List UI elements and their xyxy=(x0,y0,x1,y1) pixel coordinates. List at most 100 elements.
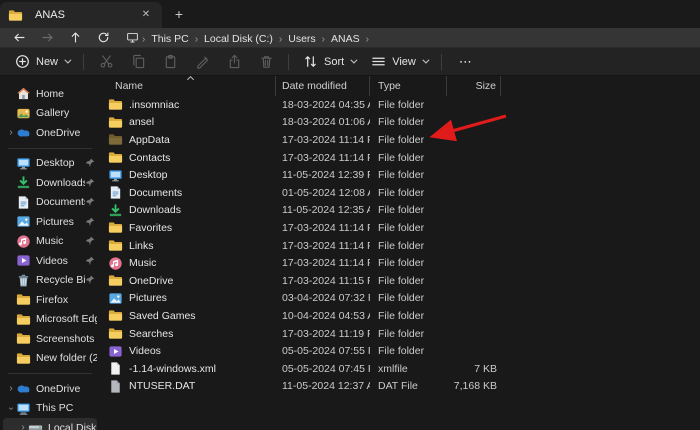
sidebar-item-label: Desktop xyxy=(36,157,85,169)
gallery-icon xyxy=(16,106,31,121)
column-header-type[interactable]: Type xyxy=(370,76,447,96)
forward-button[interactable] xyxy=(34,29,60,47)
table-row-links[interactable]: Links 17-03-2024 11:14 PM File folder xyxy=(100,237,700,255)
paste-button[interactable] xyxy=(155,51,185,73)
sidebar-item-pictures[interactable]: Pictures xyxy=(3,212,97,232)
sort-button[interactable]: Sort xyxy=(296,51,362,73)
breadcrumb-item-users[interactable]: Users xyxy=(283,33,320,45)
column-header-name[interactable]: Name xyxy=(100,76,276,96)
breadcrumb-item-anas[interactable]: ANAS xyxy=(326,33,365,45)
file-type: File folder xyxy=(370,222,447,234)
up-button[interactable] xyxy=(62,29,88,47)
table-row-favorites[interactable]: Favorites 17-03-2024 11:14 PM File folde… xyxy=(100,219,700,237)
pin-icon xyxy=(85,158,95,168)
chevron-down-icon xyxy=(351,57,358,64)
file-date-modified: 17-03-2024 11:14 PM xyxy=(276,152,370,164)
tab-title: ANAS xyxy=(35,9,131,21)
table-row-pictures[interactable]: Pictures 03-04-2024 07:32 PM File folder xyxy=(100,290,700,308)
file-list-pane: Name Date modified Type Size .insomniac … xyxy=(100,76,700,430)
folder-icon xyxy=(16,312,31,327)
table-row-1-14-windows-xml[interactable]: -1.14-windows.xml 05-05-2024 07:45 PM xm… xyxy=(100,360,700,378)
delete-button[interactable] xyxy=(251,51,281,73)
file-date-modified: 05-05-2024 07:45 PM xyxy=(276,363,370,375)
table-row-ntuser-dat[interactable]: NTUSER.DAT 11-05-2024 12:37 AM DAT File … xyxy=(100,378,700,396)
sidebar-item-home[interactable]: Home xyxy=(3,84,97,104)
file-type: File folder xyxy=(370,134,447,146)
sidebar-item-recycle-bin[interactable]: Recycle Bin xyxy=(3,271,97,291)
folder-icon xyxy=(108,273,123,288)
new-tab-button[interactable]: + xyxy=(168,4,190,26)
music-icon xyxy=(108,256,123,271)
back-button[interactable] xyxy=(6,29,32,47)
file-gray-icon xyxy=(108,379,123,394)
file-name: Searches xyxy=(129,328,173,340)
sidebar-item-desktop[interactable]: Desktop xyxy=(3,154,97,174)
expand-chevron-icon[interactable]: › xyxy=(18,422,28,430)
sidebar-item-label: Microsoft Edge xyxy=(36,313,97,325)
view-button[interactable]: View xyxy=(364,51,434,73)
column-header-date-modified[interactable]: Date modified xyxy=(276,76,370,96)
rename-button[interactable] xyxy=(187,51,217,73)
sidebar-item-local-disk-c[interactable]: ›Local Disk (C:) xyxy=(3,418,97,430)
table-row-downloads[interactable]: Downloads 11-05-2024 12:35 AM File folde… xyxy=(100,202,700,220)
sort-icon xyxy=(303,54,318,69)
table-row-desktop[interactable]: Desktop 11-05-2024 12:39 PM File folder xyxy=(100,166,700,184)
sidebar-item-screenshots[interactable]: Screenshots xyxy=(3,329,97,349)
table-row-contacts[interactable]: Contacts 17-03-2024 11:14 PM File folder xyxy=(100,149,700,167)
new-button[interactable]: New xyxy=(8,51,76,73)
file-date-modified: 17-03-2024 11:14 PM xyxy=(276,240,370,252)
toolbar-divider xyxy=(441,54,442,70)
expand-chevron-icon[interactable]: › xyxy=(6,403,17,413)
file-date-modified: 18-03-2024 04:35 AM xyxy=(276,99,370,111)
file-name: Saved Games xyxy=(129,310,196,322)
sidebar-item-documents[interactable]: Documents xyxy=(3,193,97,213)
sidebar-item-this-pc[interactable]: › This PC xyxy=(3,399,97,419)
breadcrumb-item-local-disk-c[interactable]: Local Disk (C:) xyxy=(199,33,278,45)
file-size: 7 KB xyxy=(447,363,501,375)
pin-icon xyxy=(85,197,95,207)
pin-icon xyxy=(85,236,95,246)
breadcrumb-item-this-pc[interactable]: This PC xyxy=(146,33,193,45)
table-row-videos[interactable]: Videos 05-05-2024 07:55 PM File folder xyxy=(100,342,700,360)
pin-icon xyxy=(85,256,95,266)
table-row-ansel[interactable]: ansel 18-03-2024 01:06 AM File folder xyxy=(100,114,700,132)
chevron-down-icon xyxy=(422,57,429,64)
pin-icon xyxy=(85,178,95,188)
file-date-modified: 10-04-2024 04:53 AM xyxy=(276,310,370,322)
sidebar-item-new-folder-2[interactable]: New folder (2) xyxy=(3,349,97,369)
file-type: File folder xyxy=(370,275,447,287)
sidebar-item-label: This PC xyxy=(36,402,97,414)
sidebar-item-music[interactable]: Music xyxy=(3,232,97,252)
tab-close-icon[interactable]: ✕ xyxy=(138,7,154,23)
sidebar-item-firefox[interactable]: Firefox xyxy=(3,290,97,310)
refresh-button[interactable] xyxy=(90,29,116,47)
table-row-appdata[interactable]: AppData 17-03-2024 11:14 PM File folder xyxy=(100,131,700,149)
sidebar-item-videos[interactable]: Videos xyxy=(3,251,97,271)
table-row-insomniac[interactable]: .insomniac 18-03-2024 04:35 AM File fold… xyxy=(100,96,700,114)
copy-button[interactable] xyxy=(123,51,153,73)
file-type: File folder xyxy=(370,345,447,357)
file-type: File folder xyxy=(370,240,447,252)
sidebar-item-onedrive[interactable]: ›OneDrive xyxy=(3,379,97,399)
expand-chevron-icon[interactable]: › xyxy=(6,383,16,394)
breadcrumb: ›This PC›Local Disk (C:)›Users›ANAS› xyxy=(126,29,370,47)
sidebar-item-onedrive[interactable]: ›OneDrive xyxy=(3,123,97,143)
expand-chevron-icon[interactable]: › xyxy=(6,127,16,138)
sidebar-item-gallery[interactable]: Gallery xyxy=(3,104,97,124)
see-more-button[interactable]: ⋯ xyxy=(449,54,483,70)
new-button-label: New xyxy=(36,56,58,68)
table-row-saved-games[interactable]: Saved Games 10-04-2024 04:53 AM File fol… xyxy=(100,307,700,325)
column-header-size[interactable]: Size xyxy=(447,76,501,96)
toolbar-divider xyxy=(288,54,289,70)
home-icon xyxy=(16,86,31,101)
sidebar-item-microsoft-edge[interactable]: Microsoft Edge xyxy=(3,310,97,330)
table-row-searches[interactable]: Searches 17-03-2024 11:19 PM File folder xyxy=(100,325,700,343)
share-button[interactable] xyxy=(219,51,249,73)
folder-icon xyxy=(108,97,123,112)
table-row-onedrive[interactable]: OneDrive 17-03-2024 11:15 PM File folder xyxy=(100,272,700,290)
sidebar-item-downloads[interactable]: Downloads xyxy=(3,173,97,193)
cut-button[interactable] xyxy=(91,51,121,73)
table-row-documents[interactable]: Documents 01-05-2024 12:08 AM File folde… xyxy=(100,184,700,202)
table-row-music[interactable]: Music 17-03-2024 11:14 PM File folder xyxy=(100,254,700,272)
explorer-tab[interactable]: ANAS ✕ xyxy=(0,2,162,28)
